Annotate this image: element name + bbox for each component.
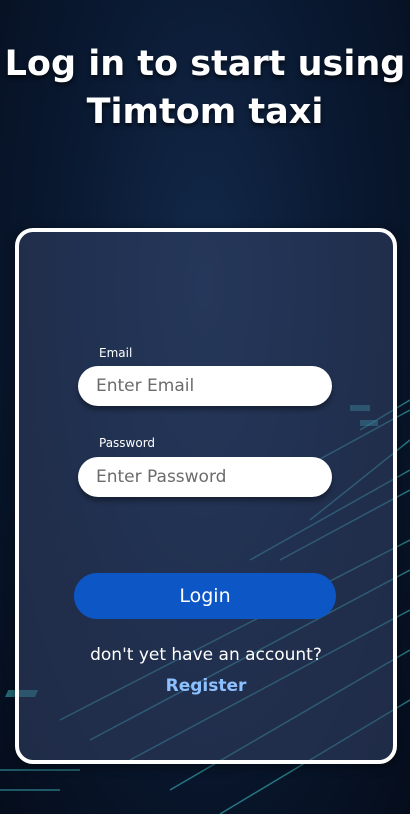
login-button[interactable]: Login: [74, 573, 336, 619]
email-label: Email: [99, 346, 133, 360]
email-field[interactable]: [78, 366, 332, 406]
password-field[interactable]: [78, 457, 332, 497]
register-link[interactable]: Register: [19, 676, 393, 696]
login-card: Email Password Login don't yet have an a…: [15, 228, 397, 764]
no-account-text: don't yet have an account?: [90, 645, 322, 665]
page-title: Log in to start using Timtom taxi: [4, 44, 406, 132]
password-label: Password: [99, 436, 156, 450]
